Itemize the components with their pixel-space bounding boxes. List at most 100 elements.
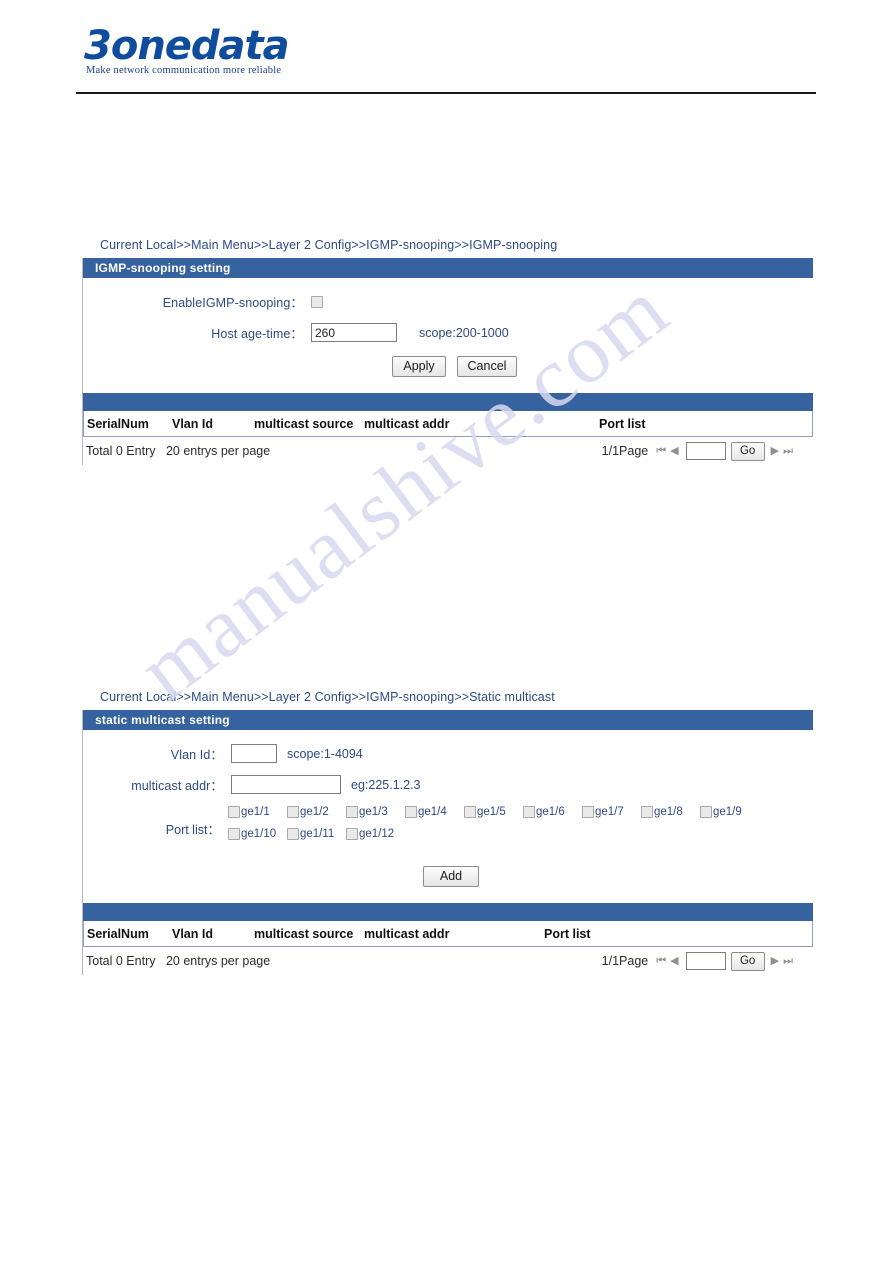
port-label: ge1/9 <box>712 806 742 818</box>
port-item[interactable]: ge1/1 <box>227 806 287 818</box>
port-checkbox-ge1-11[interactable] <box>286 828 299 840</box>
host-age-time-hint: scope:200-1000 <box>419 325 509 340</box>
next-page-icon[interactable]: ▶ <box>771 445 779 457</box>
port-checkbox-ge1-5[interactable] <box>463 806 476 818</box>
host-age-time-label: Host age-time： <box>211 327 303 341</box>
port-label: ge1/6 <box>535 806 565 818</box>
static-multicast-actions: Add <box>83 866 813 887</box>
port-list-label: Port list： <box>165 822 220 837</box>
host-age-time-row: Host age-time： scope:200-1000 <box>83 323 813 342</box>
panel-title-bar: IGMP-snooping setting <box>83 258 813 278</box>
port-item[interactable]: ge1/11 <box>286 828 346 840</box>
port-checkbox-ge1-3[interactable] <box>345 806 358 818</box>
port-item[interactable]: ge1/4 <box>404 806 464 818</box>
add-button[interactable]: Add <box>423 866 479 887</box>
table-entry-summary: Total 0 Entry 20 entrys per page <box>86 444 270 458</box>
pagination-controls: 1/1Page ⏮ ◀ Go ▶ ⏭ <box>601 441 813 461</box>
vlan-id-row: Vlan Id： scope:1-4094 <box>83 744 813 763</box>
cancel-button[interactable]: Cancel <box>457 356 517 377</box>
last-page-icon[interactable]: ⏭ <box>783 955 793 967</box>
port-item[interactable]: ge1/5 <box>463 806 523 818</box>
panel-body: IGMP-snooping setting EnableIGMP-snoopin… <box>82 258 813 465</box>
prev-page-icon[interactable]: ◀ <box>670 445 678 457</box>
port-checkbox-ge1-12[interactable] <box>345 828 358 840</box>
port-item[interactable]: ge1/3 <box>345 806 405 818</box>
static-multicast-results-table: SerialNum Vlan Id multicast source multi… <box>83 903 813 975</box>
panel-body: static multicast setting Vlan Id： scope:… <box>82 710 813 975</box>
column-header-multicast-source: multicast source <box>254 926 354 941</box>
port-item[interactable]: ge1/9 <box>699 806 759 818</box>
first-page-icon[interactable]: ⏮ <box>656 445 666 457</box>
host-age-time-input[interactable] <box>311 323 397 342</box>
go-button[interactable]: Go <box>730 441 765 461</box>
igmp-snooping-panel: Current Local>>Main Menu>>Layer 2 Config… <box>82 238 813 465</box>
port-item[interactable]: ge1/8 <box>640 806 700 818</box>
port-label: ge1/3 <box>358 806 388 818</box>
port-item[interactable]: ge1/2 <box>286 806 346 818</box>
vlan-id-input[interactable] <box>231 744 277 763</box>
port-label: ge1/7 <box>594 806 624 818</box>
total-entry-text: Total 0 Entry <box>86 444 156 458</box>
column-header-port-list: Port list <box>544 926 591 941</box>
first-page-icon[interactable]: ⏮ <box>656 955 666 967</box>
panel-title-bar: static multicast setting <box>83 710 813 730</box>
vlan-id-hint: scope:1-4094 <box>287 746 363 761</box>
go-button[interactable]: Go <box>730 951 765 971</box>
static-multicast-panel: Current Local>>Main Menu>>Layer 2 Config… <box>82 690 813 975</box>
per-page-text: 20 entrys per page <box>165 444 271 458</box>
port-label: ge1/10 <box>240 828 277 840</box>
port-checkbox-grid: ge1/1 ge1/2 ge1/3 ge1/4 ge1/5 ge1/6 ge1/… <box>227 806 813 850</box>
port-item[interactable]: ge1/6 <box>522 806 582 818</box>
port-checkbox-ge1-2[interactable] <box>286 806 299 818</box>
apply-button[interactable]: Apply <box>392 356 446 377</box>
page-number-input[interactable] <box>685 952 726 970</box>
total-entry-text: Total 0 Entry <box>86 954 156 968</box>
port-label: ge1/1 <box>240 806 270 818</box>
port-item[interactable]: ge1/12 <box>345 828 405 840</box>
pagination-controls: 1/1Page ⏮ ◀ Go ▶ ⏭ <box>601 951 813 971</box>
brand-logo: 3onedata Make network communication more… <box>76 24 816 86</box>
per-page-text: 20 entrys per page <box>165 954 271 968</box>
table-header-row: SerialNum Vlan Id multicast source multi… <box>83 921 813 947</box>
port-checkbox-ge1-1[interactable] <box>227 806 240 818</box>
multicast-addr-label: multicast addr： <box>131 779 223 793</box>
page-number-input[interactable] <box>685 442 726 460</box>
port-checkbox-ge1-7[interactable] <box>581 806 594 818</box>
static-multicast-form: Vlan Id： scope:1-4094 multicast addr： eg… <box>83 730 813 903</box>
enable-igmp-label: EnableIGMP-snooping： <box>162 296 303 310</box>
page-watermark: manualshive.com <box>0 0 893 1263</box>
igmp-form-actions: Apply Cancel <box>83 356 813 377</box>
column-header-serialnum: SerialNum <box>87 416 149 431</box>
breadcrumb: Current Local>>Main Menu>>Layer 2 Config… <box>100 690 555 704</box>
page-indicator: 1/1Page <box>601 444 649 458</box>
port-label: ge1/11 <box>299 828 335 840</box>
page-indicator: 1/1Page <box>601 954 649 968</box>
next-page-icon[interactable]: ▶ <box>771 955 779 967</box>
multicast-addr-row: multicast addr： eg:225.1.2.3 <box>83 775 813 794</box>
column-header-multicast-addr: multicast addr <box>364 416 450 431</box>
port-list-row: Port list： ge1/1 ge1/2 ge1/3 ge1/4 ge1/5… <box>83 806 813 850</box>
port-item[interactable]: ge1/7 <box>581 806 641 818</box>
port-label: ge1/5 <box>476 806 506 818</box>
page-header: 3onedata Make network communication more… <box>76 24 816 94</box>
port-label: ge1/12 <box>358 828 395 840</box>
enable-igmp-checkbox[interactable] <box>311 295 323 308</box>
port-checkbox-ge1-8[interactable] <box>640 806 653 818</box>
vlan-id-label: Vlan Id： <box>170 748 223 762</box>
last-page-icon[interactable]: ⏭ <box>783 445 793 457</box>
prev-page-icon[interactable]: ◀ <box>670 955 678 967</box>
column-header-multicast-addr: multicast addr <box>364 926 450 941</box>
table-header-row: SerialNum Vlan Id multicast source multi… <box>83 411 813 437</box>
multicast-addr-input[interactable] <box>231 775 341 794</box>
port-label: ge1/4 <box>417 806 447 818</box>
port-label: ge1/8 <box>653 806 683 818</box>
port-checkbox-ge1-6[interactable] <box>522 806 535 818</box>
port-checkbox-ge1-10[interactable] <box>227 828 240 840</box>
column-header-vlanid: Vlan Id <box>172 926 213 941</box>
port-item[interactable]: ge1/10 <box>227 828 287 840</box>
multicast-addr-hint: eg:225.1.2.3 <box>351 777 421 792</box>
table-footer: Total 0 Entry 20 entrys per page 1/1Page… <box>83 947 813 975</box>
column-header-multicast-source: multicast source <box>254 416 354 431</box>
port-checkbox-ge1-9[interactable] <box>699 806 712 818</box>
port-checkbox-ge1-4[interactable] <box>404 806 417 818</box>
